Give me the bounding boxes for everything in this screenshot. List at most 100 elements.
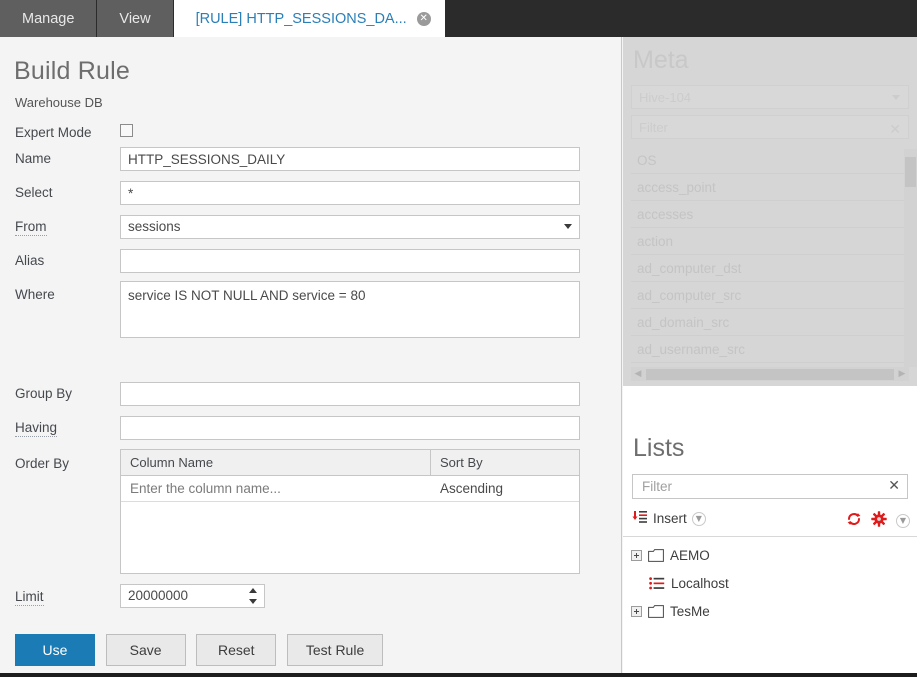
close-x-icon[interactable]: ✕ (888, 478, 900, 494)
test-rule-button[interactable]: Test Rule (287, 634, 383, 666)
where-label: Where (15, 287, 55, 302)
meta-vertical-scrollbar (904, 149, 917, 367)
column-header-sort-by: Sort By (431, 450, 579, 475)
table-row[interactable]: Enter the column name... Ascending (121, 476, 579, 502)
list-item: OS (631, 147, 909, 174)
arrow-left-icon: ◀ (631, 367, 645, 381)
having-label: Having (15, 420, 57, 437)
insert-button[interactable]: Insert ▼ (632, 510, 706, 527)
meta-source-select: Hive-104 (631, 85, 909, 109)
cell-sort-by[interactable]: Ascending (431, 476, 579, 501)
lists-filter-input[interactable] (640, 475, 880, 498)
meta-vertical-scrollbar-thumb (905, 157, 916, 187)
tab-manage-label: Manage (22, 11, 74, 27)
list-item: ad_computer_src (631, 282, 909, 309)
tab-view-label: View (119, 11, 150, 27)
lists-panel: Lists ✕ (623, 386, 917, 673)
list-item: ad_username_src (631, 336, 909, 363)
use-button[interactable]: Use (15, 634, 95, 666)
insert-rows-icon (632, 510, 648, 527)
having-input[interactable] (120, 416, 580, 440)
from-select[interactable]: sessions (120, 215, 580, 239)
tab-view[interactable]: View (97, 0, 173, 37)
lists-toolbar-right: ▼ (846, 511, 910, 530)
build-rule-panel: Build Rule Warehouse DB Expert Mode Name… (0, 37, 622, 673)
insert-button-label: Insert (653, 511, 687, 526)
meta-horizontal-scrollbar-thumb (646, 369, 894, 380)
window-bottom-edge (0, 673, 917, 677)
page-title: Build Rule (14, 57, 130, 86)
folder-icon (648, 605, 664, 618)
name-input[interactable] (120, 147, 580, 171)
list-item: accesses (631, 201, 909, 228)
chevron-down-circle-icon[interactable]: ▼ (896, 514, 910, 528)
stepper-up-icon[interactable] (249, 588, 257, 593)
limit-value: 20000000 (128, 585, 188, 607)
list-item: action (631, 228, 909, 255)
list-item: ad_domain_src (631, 309, 909, 336)
refresh-icon[interactable] (846, 511, 862, 530)
expand-icon[interactable] (631, 550, 642, 561)
chevron-down-icon (892, 95, 900, 100)
from-select-wrapper: sessions (120, 215, 580, 239)
cell-column-name[interactable]: Enter the column name... (121, 476, 431, 501)
order-by-table: Column Name Sort By Enter the column nam… (120, 449, 580, 574)
close-x-icon: ✕ (889, 119, 901, 142)
select-input[interactable] (120, 181, 580, 205)
tree-item-label: Localhost (671, 576, 729, 591)
meta-panel-title: Meta (633, 46, 689, 75)
meta-panel: Meta Hive-104 Filter ✕ OS access_point a… (623, 37, 917, 386)
application-window: Manage View [RULE] HTTP_SESSIONS_DA... ✕… (0, 0, 917, 677)
chevron-down-circle-icon[interactable]: ▼ (692, 512, 706, 526)
page-subtitle: Warehouse DB (15, 95, 103, 110)
column-header-column-name: Column Name (121, 450, 431, 475)
group-by-input[interactable] (120, 382, 580, 406)
tree-item-label: AEMO (670, 548, 710, 563)
tab-manage[interactable]: Manage (0, 0, 97, 37)
arrow-right-icon: ▶ (895, 367, 909, 381)
alias-label: Alias (15, 253, 44, 268)
tree-item-localhost[interactable]: Localhost (623, 569, 917, 597)
meta-source-value: Hive-104 (639, 90, 691, 105)
gear-icon[interactable] (871, 511, 887, 530)
lists-panel-title: Lists (633, 434, 684, 463)
folder-icon (648, 549, 664, 562)
select-label: Select (15, 185, 53, 200)
meta-filter-input: Filter ✕ (631, 115, 909, 139)
reset-button[interactable]: Reset (196, 634, 276, 666)
tree-item-label: TesMe (670, 604, 710, 619)
meta-field-list: OS access_point accesses action ad_compu… (631, 147, 909, 370)
list-icon (649, 577, 665, 590)
workspace: Build Rule Warehouse DB Expert Mode Name… (0, 37, 917, 673)
save-button[interactable]: Save (106, 634, 186, 666)
name-label: Name (15, 151, 51, 166)
alias-input[interactable] (120, 249, 580, 273)
lists-filter-wrapper: ✕ (632, 474, 908, 499)
right-column: Meta Hive-104 Filter ✕ OS access_point a… (623, 37, 917, 673)
tree-item-aemo[interactable]: AEMO (623, 541, 917, 569)
limit-stepper[interactable]: 20000000 (120, 584, 265, 608)
lists-toolbar: Insert ▼ (623, 508, 917, 537)
tab-rule-http-sessions-daily[interactable]: [RULE] HTTP_SESSIONS_DA... ✕ (174, 0, 446, 37)
expert-mode-label: Expert Mode (15, 125, 92, 140)
list-item: ad_computer_dst (631, 255, 909, 282)
order-by-label: Order By (15, 456, 69, 471)
lists-tree: AEMO Lo (623, 541, 917, 625)
stepper-down-icon[interactable] (249, 599, 257, 604)
where-textarea[interactable]: service IS NOT NULL AND service = 80 (120, 281, 580, 338)
from-label: From (15, 219, 47, 236)
close-circle-icon[interactable]: ✕ (417, 12, 431, 26)
group-by-label: Group By (15, 386, 72, 401)
tree-item-tesme[interactable]: TesMe (623, 597, 917, 625)
tab-rule-label: [RULE] HTTP_SESSIONS_DA... (196, 11, 407, 27)
limit-label: Limit (15, 589, 44, 606)
expand-icon[interactable] (631, 606, 642, 617)
meta-horizontal-scrollbar: ◀ ▶ (631, 367, 909, 381)
limit-stepper-buttons[interactable] (248, 588, 258, 604)
tab-bar: Manage View [RULE] HTTP_SESSIONS_DA... ✕ (0, 0, 917, 37)
action-button-row: Use Save Reset Test Rule (15, 634, 390, 666)
list-item: access_point (631, 174, 909, 201)
order-by-table-header: Column Name Sort By (121, 450, 579, 476)
expert-mode-checkbox[interactable] (120, 124, 133, 137)
meta-filter-placeholder: Filter (639, 120, 668, 135)
